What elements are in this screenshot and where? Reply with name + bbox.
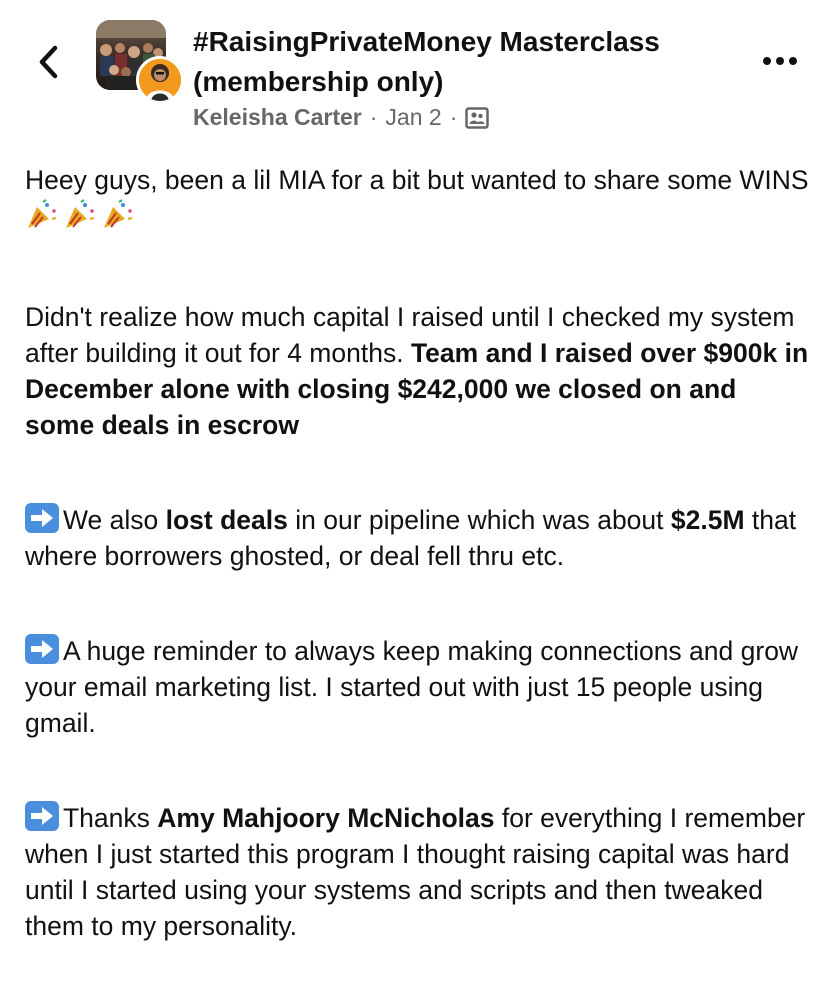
meta-separator: · bbox=[449, 104, 458, 130]
group-title[interactable]: #RaisingPrivateMoney Masterclass (member… bbox=[193, 22, 733, 102]
post-paragraph-2: Didn't realize how much capital I raised… bbox=[25, 299, 810, 443]
post-paragraph-5: Thanks Amy Mahjoory McNicholas for every… bbox=[25, 800, 810, 944]
post-paragraph-1: Heey guys, been a lil MIA for a bit but … bbox=[25, 162, 810, 240]
author-name[interactable]: Keleisha Carter bbox=[193, 104, 362, 131]
more-options-button[interactable] bbox=[758, 46, 802, 76]
post-date[interactable]: Jan 2 bbox=[385, 104, 441, 131]
paragraph-text: A huge reminder to always keep making co… bbox=[25, 636, 799, 738]
paragraph-text: Heey guys, been a lil MIA for a bit but … bbox=[25, 165, 809, 195]
right-arrow-icon bbox=[25, 801, 59, 831]
back-button[interactable] bbox=[30, 42, 66, 82]
meta-separator: · bbox=[369, 104, 378, 130]
author-avatar[interactable] bbox=[136, 56, 184, 104]
group-audience-icon bbox=[465, 106, 490, 129]
paragraph-bold-text: $2.5M bbox=[670, 505, 745, 535]
post-body: Heey guys, been a lil MIA for a bit but … bbox=[25, 162, 810, 1003]
post-header: #RaisingPrivateMoney Masterclass (member… bbox=[0, 0, 828, 150]
group-avatar[interactable] bbox=[96, 20, 184, 104]
party-popper-icon bbox=[25, 199, 137, 240]
post-paragraph-3: We also lost deals in our pipeline which… bbox=[25, 502, 810, 574]
paragraph-text: Thanks bbox=[63, 803, 158, 833]
post-meta: Keleisha Carter · Jan 2 · bbox=[193, 104, 490, 131]
paragraph-bold-text: lost deals bbox=[165, 505, 288, 535]
paragraph-text: We also bbox=[63, 505, 166, 535]
chevron-left-icon bbox=[39, 45, 58, 79]
right-arrow-icon bbox=[25, 503, 59, 533]
right-arrow-icon bbox=[25, 634, 59, 664]
mentioned-user-link[interactable]: Amy Mahjoory McNicholas bbox=[157, 803, 494, 833]
more-horizontal-icon bbox=[763, 57, 797, 65]
paragraph-text: in our pipeline which was about bbox=[287, 505, 671, 535]
post-paragraph-4: A huge reminder to always keep making co… bbox=[25, 633, 810, 741]
